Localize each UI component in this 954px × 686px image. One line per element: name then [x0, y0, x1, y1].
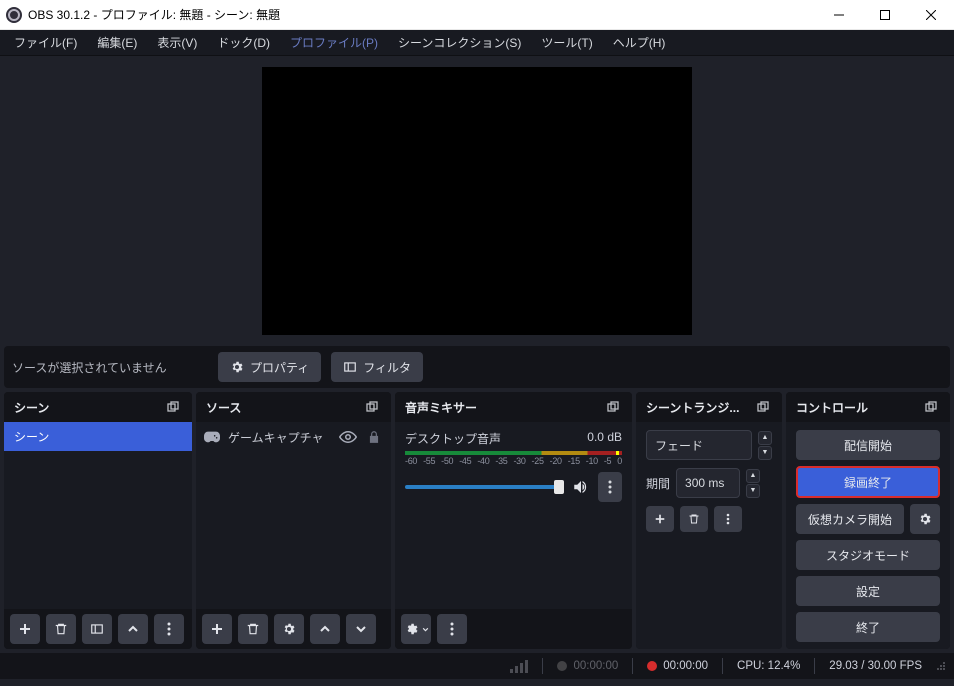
duration-label: 期間: [646, 475, 670, 492]
mixer-channel: デスクトップ音声 0.0 dB -60-55-50-45-40-35-30-25…: [395, 422, 632, 510]
scene-item[interactable]: シーン: [4, 422, 192, 451]
obs-logo-icon: [6, 7, 22, 23]
remove-transition-button[interactable]: [680, 506, 708, 532]
scene-filters-button[interactable]: [82, 614, 112, 644]
cpu-status: CPU: 12.4%: [737, 660, 800, 672]
source-item[interactable]: ゲームキャプチャ: [196, 422, 391, 452]
filters-button-label: フィルタ: [363, 359, 411, 376]
lock-icon[interactable]: [365, 428, 383, 446]
stop-recording-button[interactable]: 録画終了: [796, 466, 940, 498]
sources-dock: ソース ゲームキャプチャ: [196, 392, 391, 649]
popout-icon[interactable]: [164, 398, 182, 416]
transition-select[interactable]: フェード: [646, 430, 752, 460]
scenes-title: シーン: [14, 399, 164, 416]
properties-button[interactable]: プロパティ: [218, 352, 321, 382]
move-source-down-button[interactable]: [346, 614, 376, 644]
popout-icon[interactable]: [754, 398, 772, 416]
mixer-title: 音声ミキサー: [405, 399, 604, 416]
meter-ticks: -60-55-50-45-40-35-30-25-20-15-10-50: [405, 456, 622, 466]
mixer-settings-button[interactable]: [401, 614, 431, 644]
transitions-dock: シーントランジ... フェード ▲ ▼ 期間 300 ms ▲ ▼: [636, 392, 782, 649]
docks-row: シーン シーン ソース ゲームキャプチャ: [0, 392, 954, 649]
window-title: OBS 30.1.2 - プロファイル: 無題 - シーン: 無題: [28, 6, 816, 23]
menu-dock[interactable]: ドック(D): [208, 30, 279, 55]
title-bar: OBS 30.1.2 - プロファイル: 無題 - シーン: 無題: [0, 0, 954, 30]
close-button[interactable]: [908, 0, 954, 30]
remove-source-button[interactable]: [238, 614, 268, 644]
fps-status: 29.03 / 30.00 FPS: [829, 660, 922, 672]
start-streaming-button[interactable]: 配信開始: [796, 430, 940, 460]
popout-icon[interactable]: [922, 398, 940, 416]
menu-help[interactable]: ヘルプ(H): [604, 30, 675, 55]
chevron-up-icon[interactable]: ▲: [758, 431, 772, 445]
visibility-icon[interactable]: [339, 428, 357, 446]
channel-menu-button[interactable]: [598, 472, 622, 502]
transition-menu-button[interactable]: [714, 506, 742, 532]
stream-dot-icon: [557, 661, 567, 671]
add-source-button[interactable]: [202, 614, 232, 644]
source-name: ゲームキャプチャ: [228, 429, 331, 446]
add-scene-button[interactable]: [10, 614, 40, 644]
start-virtual-camera-button[interactable]: 仮想カメラ開始: [796, 504, 904, 534]
sources-title: ソース: [206, 399, 363, 416]
no-source-label: ソースが選択されていません: [12, 359, 210, 376]
controls-dock: コントロール 配信開始 録画終了 仮想カメラ開始 スタジオモード 設定 終了: [786, 392, 950, 649]
network-bars-icon: [510, 660, 528, 673]
channel-level: 0.0 dB: [587, 430, 622, 447]
menu-scene-collection[interactable]: シーンコレクション(S): [389, 30, 530, 55]
settings-button[interactable]: 設定: [796, 576, 940, 606]
slider-thumb[interactable]: [554, 480, 564, 494]
exit-button[interactable]: 終了: [796, 612, 940, 642]
source-properties-button[interactable]: [274, 614, 304, 644]
maximize-button[interactable]: [862, 0, 908, 30]
preview-canvas[interactable]: [262, 67, 692, 335]
volume-slider[interactable]: [405, 485, 564, 489]
properties-button-label: プロパティ: [250, 359, 309, 376]
scenes-dock: シーン シーン: [4, 392, 192, 649]
menu-tools[interactable]: ツール(T): [532, 30, 601, 55]
mixer-menu-button[interactable]: [437, 614, 467, 644]
preview-area: [0, 56, 954, 346]
menu-bar: ファイル(F) 編集(E) 表示(V) ドック(D) プロファイル(P) シーン…: [0, 30, 954, 56]
minimize-button[interactable]: [816, 0, 862, 30]
status-bar: 00:00:00 00:00:00 CPU: 12.4% 29.03 / 30.…: [0, 653, 954, 679]
popout-icon[interactable]: [363, 398, 381, 416]
menu-profile[interactable]: プロファイル(P): [281, 30, 387, 55]
resize-grip-icon[interactable]: [936, 661, 946, 671]
duration-input[interactable]: 300 ms: [676, 468, 740, 498]
transitions-title: シーントランジ...: [646, 399, 754, 416]
chevron-up-icon[interactable]: ▲: [746, 469, 760, 483]
gamepad-icon: [204, 431, 220, 443]
record-dot-icon: [647, 661, 657, 671]
menu-file[interactable]: ファイル(F): [5, 30, 86, 55]
filter-icon: [343, 360, 357, 374]
move-scene-up-button[interactable]: [118, 614, 148, 644]
popout-icon[interactable]: [604, 398, 622, 416]
channel-name: デスクトップ音声: [405, 430, 501, 447]
virtual-camera-settings-button[interactable]: [910, 504, 940, 534]
audio-meter: [405, 451, 622, 455]
speaker-icon[interactable]: [572, 478, 590, 496]
gear-icon: [230, 360, 244, 374]
add-transition-button[interactable]: [646, 506, 674, 532]
filters-button[interactable]: フィルタ: [331, 352, 423, 382]
move-source-up-button[interactable]: [310, 614, 340, 644]
record-status: 00:00:00: [647, 660, 708, 672]
menu-view[interactable]: 表示(V): [148, 30, 206, 55]
mixer-dock: 音声ミキサー デスクトップ音声 0.0 dB -60-55-50-45-40-3…: [395, 392, 632, 649]
scene-menu-button[interactable]: [154, 614, 184, 644]
stream-status: 00:00:00: [557, 660, 618, 672]
remove-scene-button[interactable]: [46, 614, 76, 644]
controls-title: コントロール: [796, 399, 922, 416]
chevron-down-icon[interactable]: ▼: [746, 484, 760, 498]
source-context-bar: ソースが選択されていません プロパティ フィルタ: [4, 346, 950, 388]
chevron-down-icon[interactable]: ▼: [758, 446, 772, 460]
studio-mode-button[interactable]: スタジオモード: [796, 540, 940, 570]
menu-edit[interactable]: 編集(E): [88, 30, 146, 55]
